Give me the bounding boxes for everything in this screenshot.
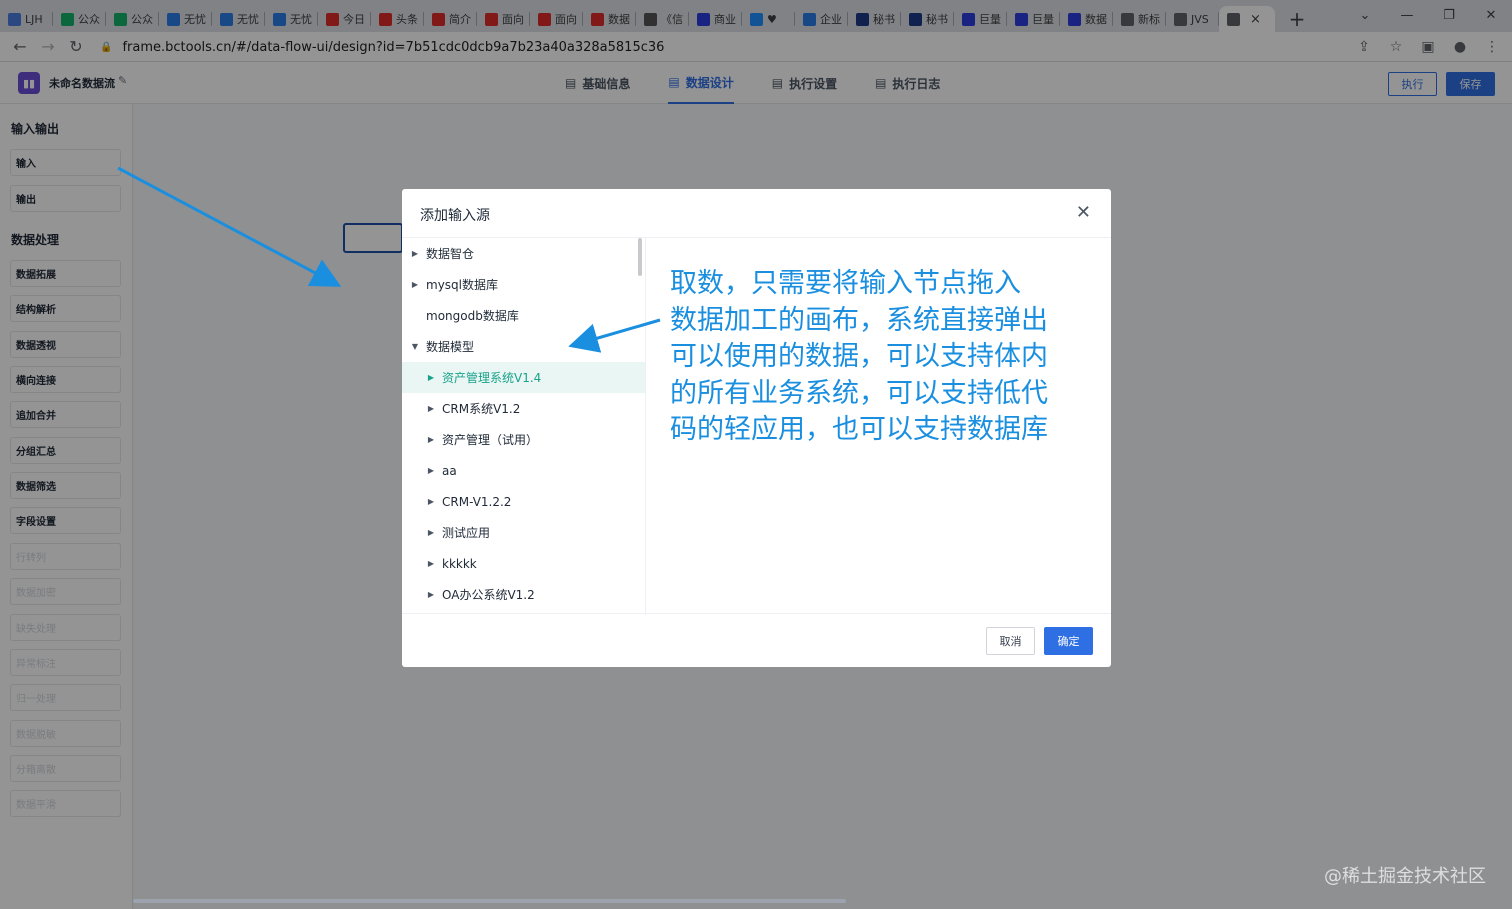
caret-right-icon[interactable]: ▶: [410, 280, 420, 289]
caret-right-icon[interactable]: ▶: [426, 435, 436, 444]
caret-right-icon[interactable]: ▶: [426, 373, 436, 382]
canvas-horizontal-scrollbar[interactable]: [133, 899, 846, 903]
tree-node[interactable]: ▶ 测试应用: [402, 517, 645, 548]
tree-node-label: 数据智仓: [426, 247, 475, 261]
tree-node[interactable]: ▶ 资产管理（试用）: [402, 424, 645, 455]
tree-node-label: mysql数据库: [426, 278, 498, 292]
tree-node-label: 数据模型: [426, 340, 475, 354]
cancel-button[interactable]: 取消: [986, 627, 1035, 655]
caret-down-icon[interactable]: ▼: [410, 342, 420, 351]
caret-right-icon[interactable]: ▶: [426, 590, 436, 599]
tree-node[interactable]: ▶ OA办公系统V1.2: [402, 579, 645, 610]
tree-scrollbar[interactable]: [638, 238, 642, 276]
dialog-footer: 取消 确定: [402, 614, 1111, 667]
caret-right-icon[interactable]: ▶: [426, 404, 436, 413]
annotation-line: 码的轻应用，也可以支持数据库: [670, 414, 1048, 445]
source-tree: ▶ OA办公系统V1.2 ▶ kkkkk ▶ 测试应用 ▶ CRM-V1.2.2 ▶ aa ▶ 资产管…: [402, 238, 646, 615]
annotation-line: 可以使用的数据，可以支持体内: [670, 341, 1048, 372]
tree-node[interactable]: ▶ CRM系统V1.2: [402, 393, 645, 424]
caret-right-icon[interactable]: ▶: [426, 497, 436, 506]
annotation-line: 数据加工的画布，系统直接弹出: [670, 304, 1048, 336]
tree-node-label: 资产管理（试用）: [442, 433, 539, 447]
tree-node[interactable]: ▶ mysql数据库: [402, 269, 645, 300]
tree-node-label: 测试应用: [442, 526, 491, 540]
tree-node[interactable]: ▶ 资产管理系统V1.4: [402, 362, 645, 393]
tree-node-label: mongodb数据库: [426, 309, 519, 323]
tree-node-label: aa: [442, 463, 457, 478]
annotation-line: 的所有业务系统，可以支持低代: [670, 377, 1048, 409]
watermark: @稀土掘金技术社区: [1324, 866, 1486, 887]
tree-node[interactable]: ▶ CRM-V1.2.2: [402, 486, 645, 517]
caret-right-icon[interactable]: ▶: [426, 466, 436, 475]
confirm-button[interactable]: 确定: [1044, 627, 1093, 655]
tree-node[interactable]: ▼ 数据模型: [402, 331, 645, 362]
tree-node[interactable]: ▶ aa: [402, 455, 645, 486]
close-icon[interactable]: ✕: [1076, 202, 1091, 223]
caret-right-icon[interactable]: ▶: [426, 528, 436, 537]
tree-node-label: kkkkk: [442, 556, 477, 571]
tree-node[interactable]: mongodb数据库: [402, 300, 645, 331]
caret-right-icon[interactable]: ▶: [410, 249, 420, 258]
tree-node-label: CRM-V1.2.2: [442, 494, 512, 509]
tree-node-label: OA办公系统V1.2: [442, 588, 535, 602]
annotation-text: 取数，只需要将输入节点拖入 数据加工的画布，系统直接弹出 可以使用的数据，可以支持体…: [670, 266, 1080, 449]
caret-right-icon[interactable]: ▶: [426, 559, 436, 568]
dialog-title: 添加输入源: [420, 208, 490, 224]
tree-node[interactable]: ▶ 数据智仓: [402, 238, 645, 269]
annotation-line: 取数，只需要将输入节点拖入: [670, 268, 1021, 299]
tree-node[interactable]: ▶ kkkkk: [402, 548, 645, 579]
tree-node-label: 资产管理系统V1.4: [442, 371, 542, 385]
tree-node-label: CRM系统V1.2: [442, 402, 521, 416]
